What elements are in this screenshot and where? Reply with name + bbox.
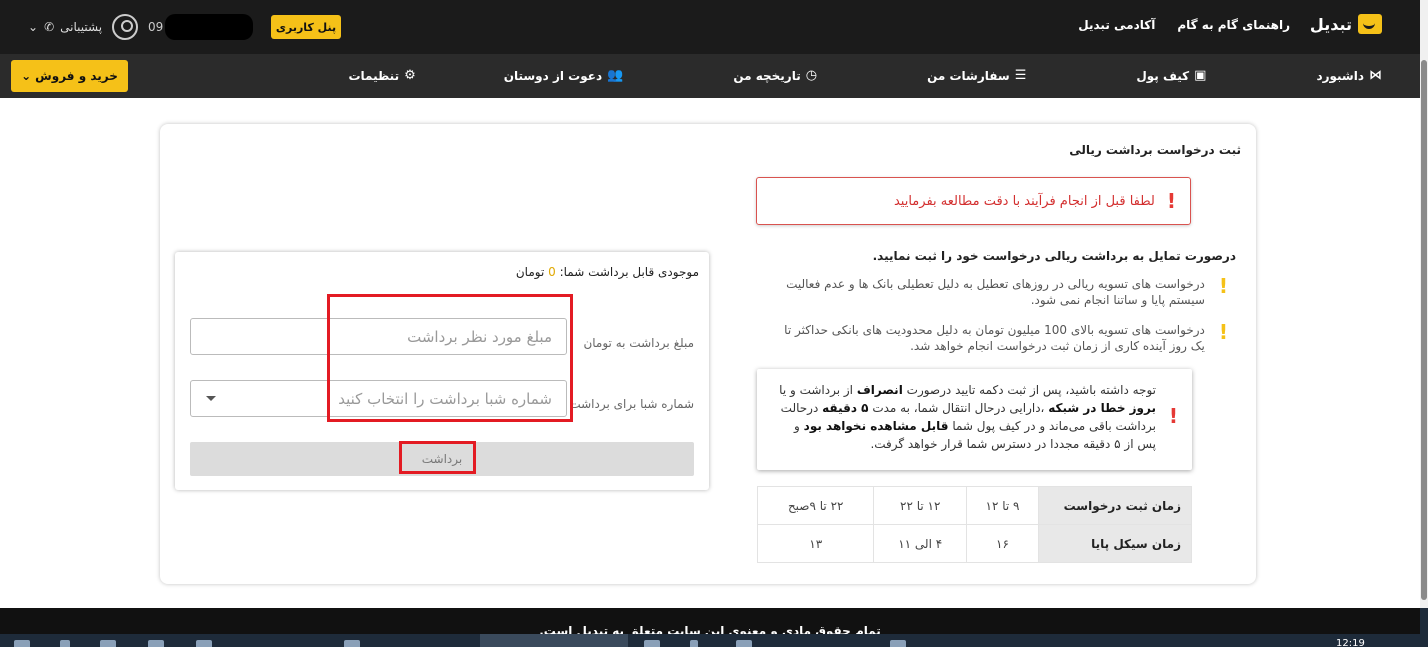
exclamation-icon: ! [1168, 404, 1178, 428]
support-menu[interactable]: ⌄ ✆ پشتیبانی [28, 20, 102, 34]
dropdown-arrow-icon [206, 396, 216, 401]
table-row: زمان ثبت درخواست ۹ تا ۱۲ ۱۲ تا ۲۲ ۲۲ تا … [756, 486, 1192, 525]
history-icon: ◷ [805, 68, 818, 83]
user-avatar-icon[interactable] [112, 14, 139, 40]
tabdeal-logo-icon [1358, 14, 1382, 34]
warning-icon: ! [1218, 274, 1228, 298]
app-icon[interactable] [644, 640, 660, 647]
dashboard-icon: ⋈ [1369, 68, 1382, 83]
nav-guide-link[interactable]: راهنمای گام به گام [1177, 18, 1290, 32]
app-icon[interactable] [690, 640, 698, 647]
notice-bold: بروز خطا در شبکه [1048, 401, 1156, 415]
active-window-tab[interactable] [480, 634, 628, 647]
notice-bold: ۵ دقیقه [822, 401, 869, 415]
notice-bold: قابل مشاهده نخواهد بود [803, 419, 949, 433]
brand-logo[interactable]: تبدیل [1310, 14, 1382, 34]
notice-text: ،دارایی درحال انتقال شما، به مدت [872, 401, 1045, 415]
note-text: درخواست های تسویه بالای 100 میلیون تومان… [784, 323, 1205, 353]
highlight-frame [399, 441, 476, 474]
notice-text: از برداشت و یا [779, 383, 854, 397]
app-icon[interactable] [196, 640, 212, 647]
table-cell: ۱۳ [756, 524, 875, 563]
app-icon[interactable] [148, 640, 164, 647]
wallet-icon: ▣ [1194, 68, 1207, 83]
sheba-label: شماره شبا برای برداشت [569, 397, 694, 411]
buy-sell-label: خرید و فروش [35, 69, 118, 83]
orders-icon: ☰ [1014, 68, 1027, 83]
nav-item-label: سفارشات من [927, 68, 1010, 83]
start-icon[interactable] [14, 640, 30, 647]
nav-item-orders[interactable]: ☰ سفارشات من [927, 68, 1026, 83]
table-cell: ۴ الی ۱۱ [873, 524, 967, 563]
nav-item-invite[interactable]: 👥 دعوت از دوستان [504, 68, 624, 83]
nav-item-label: تاریخچه من [733, 68, 801, 83]
support-label: پشتیبانی [60, 20, 103, 34]
transfer-notice: ! توجه داشته باشید، پس از ثبت دکمه تایید… [757, 369, 1192, 470]
note-item: ! درخواست های تسویه بالای 100 میلیون توم… [773, 322, 1228, 354]
warning-icon: ! [1218, 320, 1228, 344]
row-header: زمان ثبت درخواست [1038, 486, 1192, 525]
user-area: ⌄ ✆ پشتیبانی 09 [28, 12, 254, 42]
balance-value: 0 [548, 265, 556, 279]
intro-text: درصورت تمایل به برداشت ریالی درخواست خود… [872, 249, 1236, 263]
phone-prefix: 09 [148, 20, 164, 34]
user-panel-button[interactable]: پنل کاربری [271, 15, 341, 39]
phone-icon: ✆ [44, 20, 55, 34]
nav-item-history[interactable]: ◷ تاریخچه من [733, 68, 817, 83]
top-bar: تبدیل راهنمای گام به گام آکادمی تبدیل ⌄ … [0, 0, 1420, 54]
main-nav-items: ⋈ داشبورد ▣ کیف پول ☰ سفارشات من ◷ تاریخ… [348, 68, 1382, 83]
nav-item-label: کیف پول [1136, 68, 1190, 83]
withdraw-card: ثبت درخواست برداشت ریالی ! لطفا قبل از ا… [160, 124, 1256, 584]
nav-item-wallet[interactable]: ▣ کیف پول [1136, 68, 1206, 83]
alert-text: لطفا قبل از انجام فرآیند با دقت مطالعه ب… [893, 193, 1155, 209]
top-nav: راهنمای گام به گام آکادمی تبدیل [1078, 18, 1290, 32]
note-item: ! درخواست های تسویه ریالی در روزهای تعطی… [773, 276, 1228, 308]
nav-item-label: داشبورد [1316, 68, 1364, 83]
nav-item-label: تنظیمات [348, 68, 400, 83]
search-icon[interactable] [60, 640, 70, 647]
table-cell: ۱۶ [966, 524, 1039, 563]
buy-sell-button[interactable]: خرید و فروش ⌄ [11, 60, 128, 92]
amount-label: مبلغ برداشت به تومان [583, 336, 694, 350]
balance-line: موجودی قابل برداشت شما: 0 تومان [516, 265, 699, 279]
table-row: زمان سیکل پایا ۱۶ ۴ الی ۱۱ ۱۳ [756, 524, 1192, 563]
alert-box: ! لطفا قبل از انجام فرآیند با دقت مطالعه… [756, 177, 1191, 225]
app-icon[interactable] [890, 640, 906, 647]
brand-name: تبدیل [1309, 14, 1352, 34]
page-scrollbar[interactable] [1420, 0, 1428, 608]
user-phone: 09 [148, 14, 254, 40]
chevron-down-icon: ⌄ [21, 69, 32, 83]
table-cell: ۲۲ تا ۹صبح [756, 486, 875, 525]
nav-academy-link[interactable]: آکادمی تبدیل [1078, 18, 1155, 32]
os-taskbar: 12:19 [0, 634, 1428, 647]
table-cell: ۹ تا ۱۲ [966, 486, 1039, 525]
nav-item-dashboard[interactable]: ⋈ داشبورد [1316, 68, 1382, 83]
note-text: درخواست های تسویه ریالی در روزهای تعطیل … [786, 277, 1205, 307]
chevron-down-icon: ⌄ [28, 20, 39, 34]
app-icon[interactable] [100, 640, 116, 647]
main-nav: ⋈ داشبورد ▣ کیف پول ☰ سفارشات من ◷ تاریخ… [0, 54, 1420, 98]
friends-icon: 👥 [607, 68, 624, 83]
taskbar-clock[interactable]: 12:19 [1336, 638, 1365, 647]
nav-item-settings[interactable]: ⚙ تنظیمات [348, 68, 415, 83]
balance-unit: تومان [515, 265, 545, 279]
row-header: زمان سیکل پایا [1038, 524, 1192, 563]
table-cell: ۱۲ تا ۲۲ [873, 486, 967, 525]
notice-bold: انصراف [856, 383, 903, 397]
redacted-phone [165, 14, 254, 40]
settings-icon: ⚙ [404, 68, 416, 83]
balance-label: موجودی قابل برداشت شما: [559, 265, 699, 279]
nav-item-label: دعوت از دوستان [503, 68, 603, 83]
app-icon[interactable] [736, 640, 752, 647]
times-table: زمان ثبت درخواست ۹ تا ۱۲ ۱۲ تا ۲۲ ۲۲ تا … [756, 486, 1192, 563]
highlight-frame [327, 294, 573, 422]
app-icon[interactable] [344, 640, 360, 647]
exclamation-icon: ! [1166, 189, 1176, 213]
notice-text: توجه داشته باشید، پس از ثبت دکمه تایید د… [906, 383, 1156, 397]
page-title: ثبت درخواست برداشت ریالی [1069, 143, 1241, 157]
